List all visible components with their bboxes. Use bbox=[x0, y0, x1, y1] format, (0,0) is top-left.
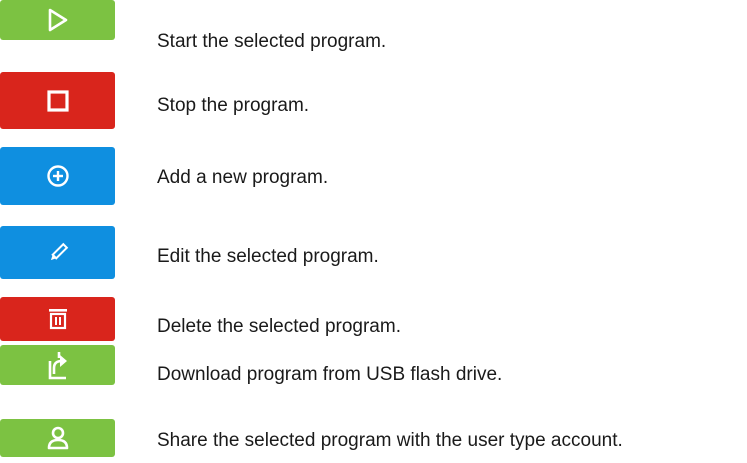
start-description: Start the selected program. bbox=[157, 31, 387, 52]
delete-button[interactable] bbox=[0, 297, 115, 341]
share-description: Share the selected program with the user… bbox=[157, 430, 623, 451]
add-button[interactable] bbox=[0, 147, 115, 205]
stop-description: Stop the program. bbox=[157, 95, 310, 116]
delete-description: Delete the selected program. bbox=[157, 316, 401, 337]
edit-button[interactable] bbox=[0, 226, 115, 279]
download-description: Download program from USB flash drive. bbox=[157, 364, 503, 385]
pencil-icon bbox=[50, 242, 68, 260]
share-button[interactable] bbox=[0, 419, 115, 457]
trash-icon bbox=[48, 309, 67, 330]
start-button[interactable] bbox=[0, 0, 115, 40]
stop-button[interactable] bbox=[0, 72, 115, 129]
stop-square-icon bbox=[46, 89, 69, 112]
add-description: Add a new program. bbox=[157, 167, 329, 188]
edit-description: Edit the selected program. bbox=[157, 246, 379, 267]
download-button[interactable] bbox=[0, 345, 115, 385]
plus-circle-icon bbox=[46, 165, 69, 187]
user-icon bbox=[47, 426, 68, 450]
play-triangle-icon bbox=[48, 8, 67, 32]
upload-document-icon bbox=[48, 352, 67, 380]
